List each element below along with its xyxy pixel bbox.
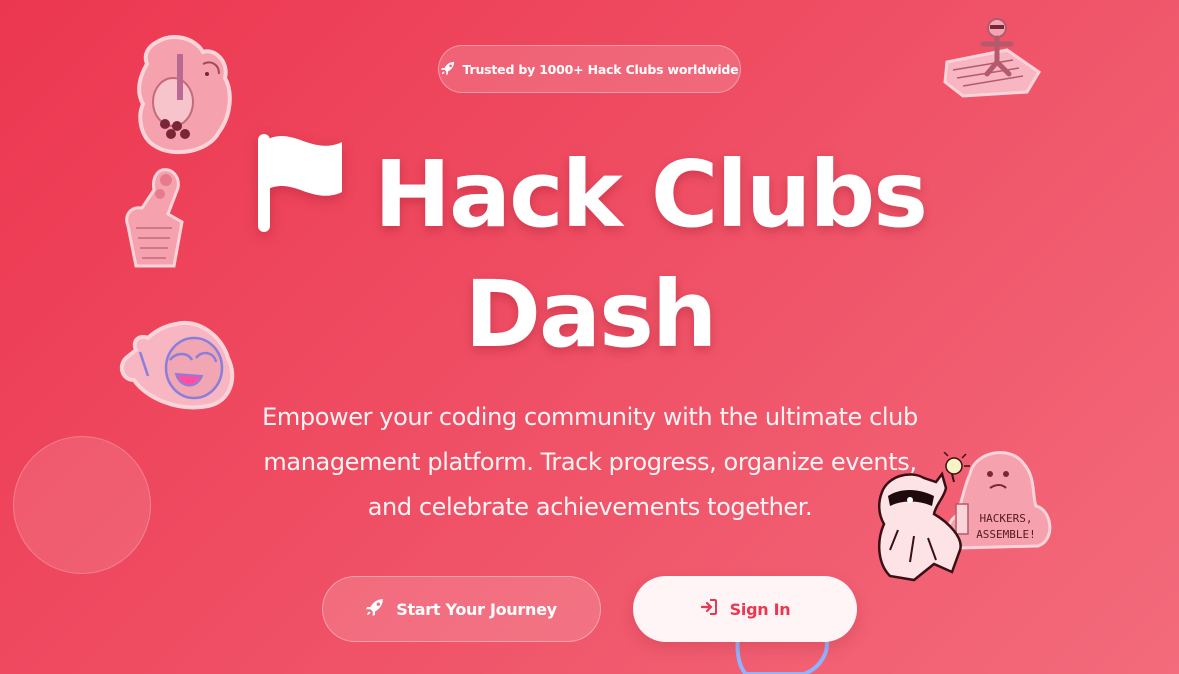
start-journey-label: Start Your Journey <box>396 599 557 619</box>
decorative-circle <box>13 436 151 574</box>
keyboard-person-sticker <box>943 18 1042 98</box>
subtitle-line-3: and celebrate achievements together. <box>367 493 813 521</box>
cupcake-sticker <box>125 168 184 268</box>
title-line-1: Hack Clubs <box>374 140 928 248</box>
subtitle-line-1: Empower your coding community with the u… <box>262 403 918 431</box>
title-line-2: Dash <box>464 261 718 368</box>
page-title: Hack Clubs Dash <box>190 130 990 371</box>
hero-subtitle: Empower your coding community with the u… <box>230 395 950 530</box>
trusted-badge-text: Trusted by 1000+ Hack Clubs worldwide <box>462 61 739 77</box>
svg-text:HACKERS,: HACKERS, <box>980 512 1033 525</box>
trusted-badge: Trusted by 1000+ Hack Clubs worldwide <box>438 45 741 93</box>
sign-in-label: Sign In <box>729 599 791 619</box>
flag-icon <box>254 130 346 259</box>
rocket-icon <box>366 598 384 620</box>
subtitle-line-2: management platform. Track progress, org… <box>263 448 917 476</box>
svg-text:ASSEMBLE!: ASSEMBLE! <box>976 528 1036 541</box>
sign-in-icon <box>700 598 718 620</box>
start-journey-button[interactable]: Start Your Journey <box>322 576 601 642</box>
sign-in-button[interactable]: Sign In <box>633 576 857 642</box>
hero-section: HACKERS, ASSEMBLE! Trusted by 1000+ Hack… <box>0 0 1179 674</box>
rocket-icon <box>440 61 455 78</box>
